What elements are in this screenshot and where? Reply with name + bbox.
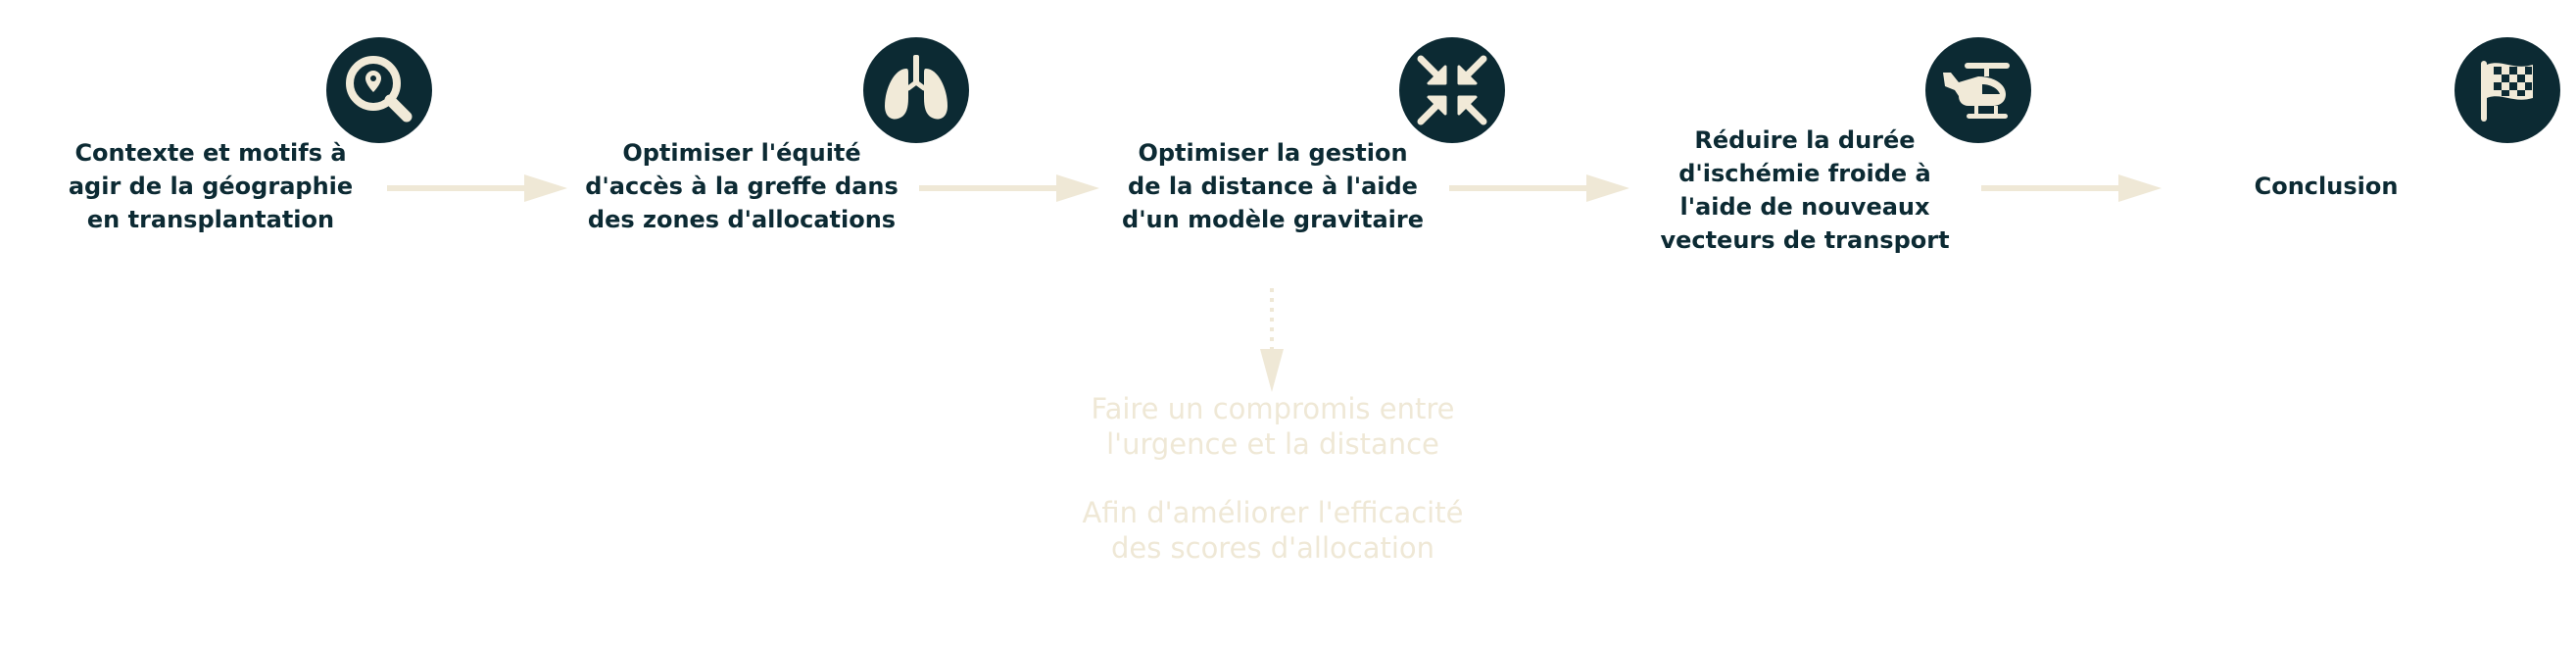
step-label-equite: Optimiser l'équité d'accès à la greffe d… <box>585 139 899 233</box>
checkered-flag-icon <box>2454 37 2560 143</box>
search-location-icon <box>326 37 432 143</box>
note-compromis: Faire un compromis entre l'urgence et la… <box>1091 392 1455 461</box>
flow-arrow-3 <box>1449 174 1629 202</box>
note-efficacite: Afin d'améliorer l'efficacité des scores… <box>1082 496 1464 565</box>
lungs-icon <box>863 37 969 143</box>
dotted-down-arrow <box>1260 288 1284 392</box>
flow-arrow-2 <box>919 174 1099 202</box>
compress-arrows-icon <box>1399 37 1505 143</box>
step-label-ischemie: Réduire la durée d'ischémie froide à l'a… <box>1660 126 1950 254</box>
step-label-conclusion: Conclusion <box>2254 173 2399 200</box>
step-label-gravitaire: Optimiser la gestion de la distance à l'… <box>1122 139 1424 233</box>
flow-arrow-1 <box>387 174 567 202</box>
flow-arrow-4 <box>1981 174 2162 202</box>
step-label-contexte: Contexte et motifs à agir de la géograph… <box>68 139 354 233</box>
